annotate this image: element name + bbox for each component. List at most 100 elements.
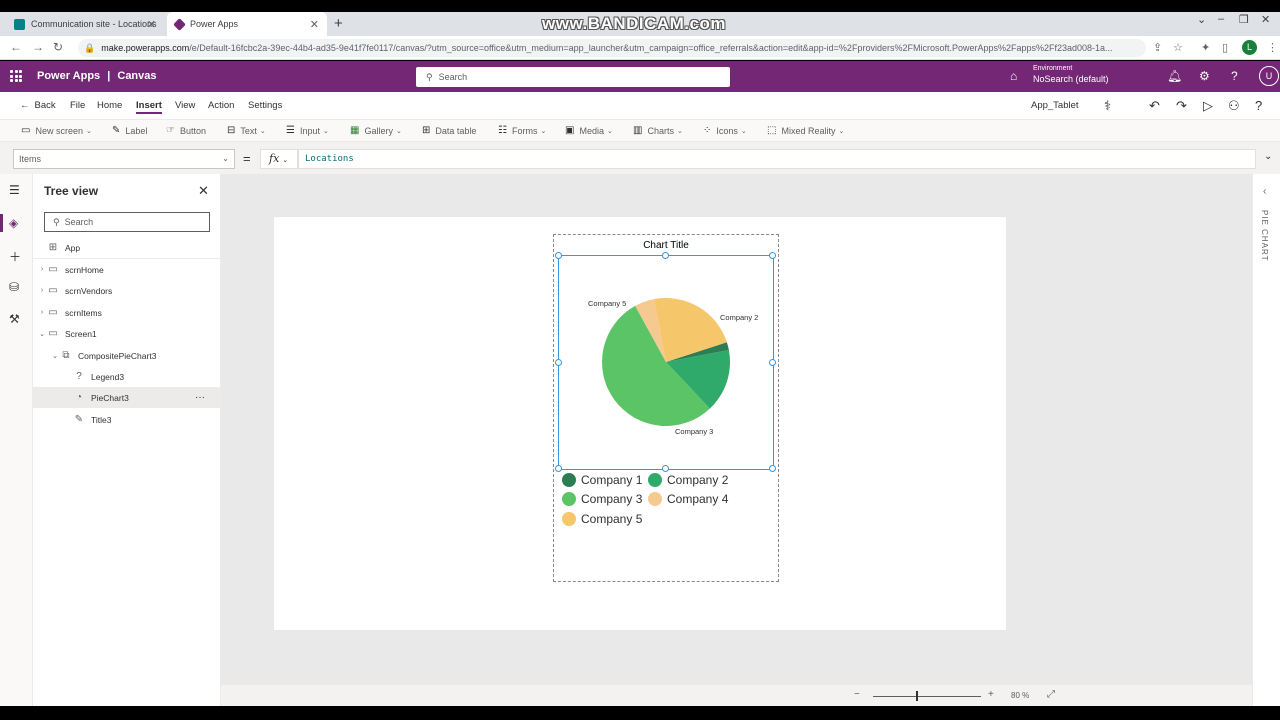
sharepoint-icon (14, 18, 25, 30)
more-options-icon[interactable]: ··· (195, 392, 205, 403)
chevron-right-icon[interactable]: › (37, 309, 47, 316)
menu-file[interactable]: File (70, 100, 85, 111)
restore-icon[interactable]: ❐ (1239, 13, 1249, 26)
preview-play-icon[interactable]: ▷ (1203, 98, 1213, 114)
label-button[interactable]: ✎ Label (112, 125, 147, 136)
menu-insert[interactable]: Insert (136, 100, 162, 114)
chevron-left-icon[interactable]: ‹ (1263, 186, 1266, 197)
header-search-input[interactable]: ⚲ Search (416, 67, 730, 87)
tab-search-icon[interactable]: ⌄ (1197, 13, 1206, 26)
input-button[interactable]: ☰ Input ⌄ (286, 125, 329, 136)
media-button[interactable]: ▣ Media ⌄ (565, 125, 613, 136)
tree-item-label: Screen1 (65, 328, 97, 339)
screen-icon: ▭ (21, 125, 31, 136)
reload-icon[interactable]: ↻ (53, 40, 63, 54)
app-checker-icon[interactable]: ⚕ (1104, 98, 1111, 114)
tree-item-compositepiechart3[interactable]: ⌄ ⧉ CompositePieChart3 (33, 345, 221, 366)
charts-button[interactable]: ▥ Charts ⌄ (633, 125, 683, 136)
chevron-right-icon[interactable]: › (37, 287, 47, 294)
zoom-in-button[interactable]: + (988, 689, 994, 700)
data-table-button[interactable]: ⊞ Data table (422, 125, 476, 136)
tree-item-scrnhome[interactable]: › ▭ scrnHome (33, 259, 221, 280)
fx-button[interactable]: fx ⌄ (260, 149, 298, 169)
user-avatar[interactable]: U (1259, 66, 1279, 86)
tree-item-app[interactable]: ⊞ App (33, 237, 221, 258)
text-button[interactable]: ⊟ Text ⌄ (227, 125, 266, 136)
minimize-icon[interactable]: – (1218, 13, 1224, 25)
search-icon: ⚲ (426, 71, 433, 82)
chart-title[interactable]: Chart Title (554, 240, 778, 251)
chevron-down-icon[interactable]: ⌄ (50, 352, 60, 360)
data-icon[interactable]: ⛁ (9, 280, 19, 294)
properties-panel-label[interactable]: PIE CHART (1260, 210, 1269, 262)
resize-handle-bottom-left[interactable] (555, 465, 562, 472)
zoom-slider-track[interactable] (873, 696, 981, 697)
browser-profile-avatar[interactable]: L (1242, 40, 1257, 55)
back-button[interactable]: ← Back (20, 100, 56, 111)
tree-item-scrnvendors[interactable]: › ▭ scrnVendors (33, 280, 221, 301)
extensions-icon[interactable]: ✦ (1201, 41, 1210, 54)
browser-tab-locations[interactable]: Communication site - Locations ✕ (6, 12, 164, 36)
formula-input[interactable]: Locations (298, 149, 1256, 169)
new-tab-button[interactable]: + (334, 15, 343, 32)
url-field[interactable]: 🔒 make.powerapps.com/e/Default-16fcbc2a-… (78, 39, 1146, 57)
close-tab-icon[interactable]: ✕ (310, 18, 319, 31)
tree-search-input[interactable]: ⚲ Search (44, 212, 210, 232)
back-arrow-icon[interactable]: ← (10, 40, 22, 54)
mixed-reality-button[interactable]: ⬚ Mixed Reality ⌄ (767, 125, 844, 136)
tree-item-title3[interactable]: ✎ Title3 (33, 409, 221, 430)
menu-action[interactable]: Action (208, 100, 234, 111)
resize-handle-right[interactable] (769, 359, 776, 366)
tree-view-layers-icon[interactable]: ◈ (9, 216, 18, 230)
composite-pie-chart[interactable]: Chart Title Company 2 Company 3 Company 5 … (553, 234, 779, 582)
share-person-icon[interactable]: ⚇ (1228, 98, 1240, 114)
resize-handle-top[interactable] (662, 252, 669, 259)
sidebar-icon[interactable]: ▯ (1222, 41, 1228, 54)
menu-view[interactable]: View (175, 100, 195, 111)
fit-to-screen-icon[interactable]: ⤢ (1047, 689, 1055, 700)
zoom-slider-thumb[interactable] (916, 691, 918, 701)
button-button[interactable]: ☞ Button (166, 125, 206, 136)
tree-item-legend3[interactable]: ? Legend3 (33, 366, 221, 387)
hamburger-menu-icon[interactable]: ☰ (9, 183, 20, 197)
chevron-down-icon[interactable]: ⌄ (37, 330, 47, 338)
property-dropdown[interactable]: Items ⌄ (13, 149, 235, 169)
icons-button[interactable]: ⁘ Icons ⌄ (703, 125, 747, 136)
forward-arrow-icon[interactable]: → (32, 40, 44, 54)
gallery-button[interactable]: ▦ Gallery ⌄ (350, 125, 402, 136)
help-icon[interactable]: ? (1231, 69, 1238, 83)
resize-handle-bottom[interactable] (662, 465, 669, 472)
settings-gear-icon[interactable]: ⚙ (1199, 69, 1210, 83)
browser-menu-icon[interactable]: ⋮ (1267, 41, 1278, 54)
tools-icon[interactable]: ⚒ (9, 312, 20, 326)
insert-plus-icon[interactable]: ＋ (9, 248, 21, 265)
tree-item-scrnitems[interactable]: › ▭ scrnItems (33, 302, 221, 323)
resize-handle-top-right[interactable] (769, 252, 776, 259)
bookmark-star-icon[interactable]: ☆ (1173, 41, 1183, 54)
tree-item-piechart3[interactable]: ◔ PieChart3 ··· (33, 387, 221, 408)
notifications-bell-icon[interactable]: 🔔︎ (1167, 69, 1182, 83)
undo-icon[interactable]: ↶ (1149, 98, 1160, 114)
new-screen-button[interactable]: ▭ New screen ⌄ (21, 125, 92, 136)
menu-home[interactable]: Home (97, 100, 122, 111)
close-window-icon[interactable]: ✕ (1261, 13, 1270, 26)
zoom-out-button[interactable]: − (854, 689, 860, 700)
chevron-right-icon[interactable]: › (37, 266, 47, 273)
browser-tab-powerapps[interactable]: Power Apps ✕ (167, 12, 327, 36)
resize-handle-bottom-right[interactable] (769, 465, 776, 472)
app-launcher-icon[interactable] (10, 70, 22, 82)
forms-button[interactable]: ☷ Forms ⌄ (498, 125, 546, 136)
close-tab-icon[interactable]: ✕ (147, 18, 156, 31)
expand-formula-icon[interactable]: ⌄ (1264, 151, 1272, 162)
tree-item-screen1[interactable]: ⌄ ▭ Screen1 (33, 323, 221, 344)
close-icon[interactable]: ✕ (198, 183, 209, 199)
pie-chart-control[interactable]: Company 2 Company 3 Company 5 (555, 252, 776, 472)
menu-settings[interactable]: Settings (248, 100, 282, 111)
legend-swatch (562, 492, 576, 506)
resize-handle-left[interactable] (555, 359, 562, 366)
redo-icon[interactable]: ↷ (1176, 98, 1187, 114)
help-question-icon[interactable]: ? (1255, 98, 1262, 113)
environment-name[interactable]: NoSearch (default) (1033, 74, 1109, 84)
share-icon[interactable]: ⇪ (1153, 41, 1162, 54)
resize-handle-top-left[interactable] (555, 252, 562, 259)
